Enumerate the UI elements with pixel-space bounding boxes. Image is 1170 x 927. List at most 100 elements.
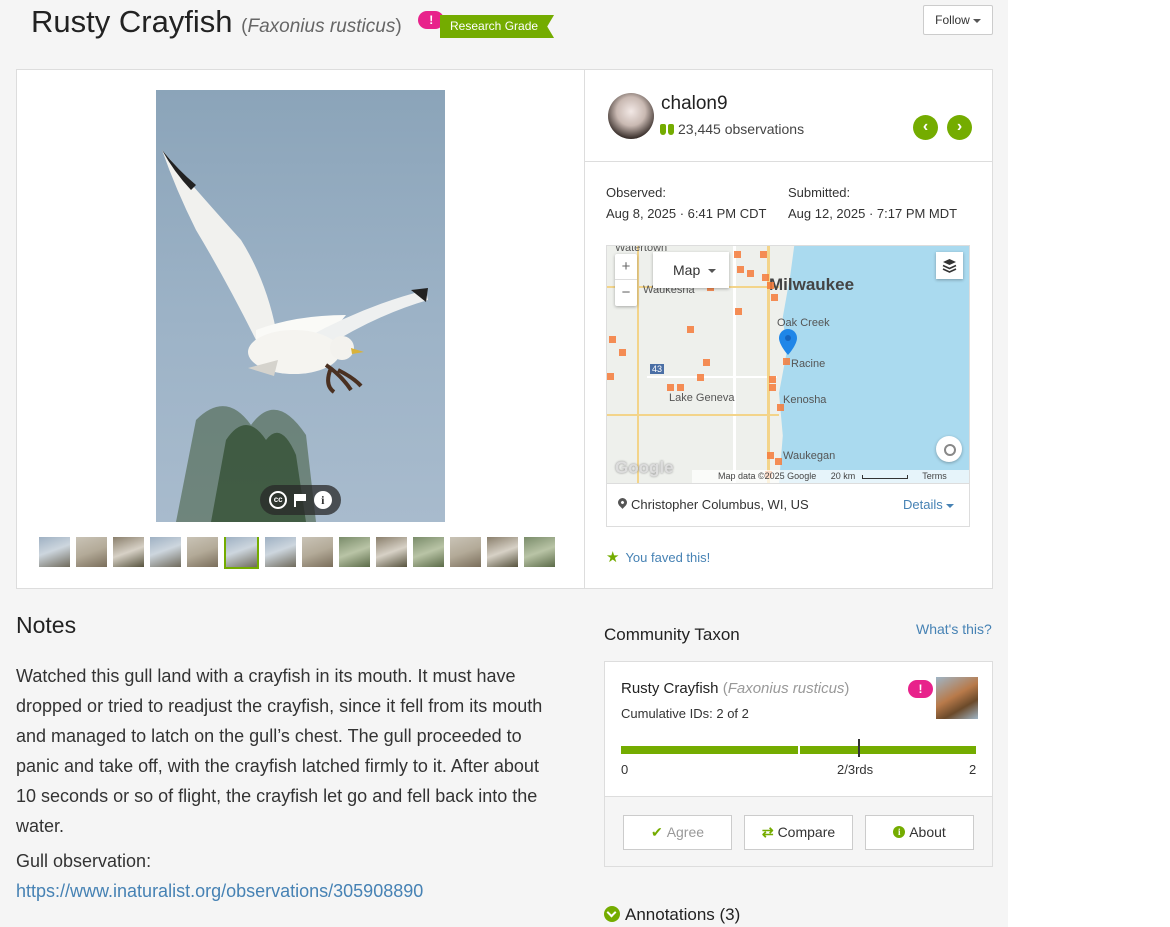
observation-marker[interactable] [735,308,742,315]
submitted-label: Submitted: [788,185,851,200]
observation-marker[interactable] [619,349,626,356]
observation-marker[interactable] [760,251,767,258]
zoom-out-button[interactable]: − [615,280,637,306]
observation-marker[interactable] [734,251,741,258]
observation-marker[interactable] [783,358,790,365]
notes-body: Watched this gull land with a crayfish i… [16,666,543,836]
observation-marker[interactable] [667,384,674,391]
photo-thumbnail[interactable] [339,537,370,567]
observation-location-pin-icon[interactable] [779,329,797,355]
photo-thumbnail[interactable] [76,537,107,567]
info-icon: i [893,826,906,839]
gull-observation-link[interactable]: https://www.inaturalist.org/observations… [16,881,423,902]
exchange-icon: ⇄ [761,824,774,840]
map-label-racine: Racine [791,358,826,370]
observation-marker[interactable] [769,384,776,391]
next-observation-button[interactable]: › [947,115,972,140]
observation-marker[interactable] [777,404,784,411]
info-icon[interactable]: i [313,491,332,509]
community-taxon-heading: Community Taxon [604,625,740,644]
photo-thumbnail[interactable] [39,537,70,567]
scale-bar [861,474,908,479]
observation-marker[interactable] [775,458,782,465]
photo-thumbnail[interactable] [302,537,333,567]
photo-thumbnail[interactable] [265,537,296,567]
location-map-box: Watertown Waukesha Milwaukee Oak Creek R… [606,245,970,527]
notes-heading: Notes [16,612,77,638]
photo-thumbnail[interactable] [187,537,218,567]
star-icon: ★ [606,549,620,566]
photo-thumbnail[interactable] [150,537,181,567]
map-attribution: Map data ©2025 Google 20 km Terms [692,470,969,483]
observation-marker[interactable] [737,266,744,273]
observation-count[interactable]: 23,445 observations [660,121,804,137]
follow-button[interactable]: Follow [923,5,993,35]
map-terms-link[interactable]: Terms [922,471,947,481]
compare-button[interactable]: ⇄ Compare [744,815,853,850]
community-taxon-name[interactable]: Rusty Crayfish (Faxonius rusticus) [621,680,849,697]
main-photo[interactable]: cc i [156,90,445,522]
map-marker-icon [616,496,629,509]
zoom-in-button[interactable]: + [615,254,637,280]
title-common-name: Rusty Crayfish [31,4,233,39]
about-button[interactable]: i About [865,815,974,850]
place-name: Christopher Columbus, WI, US [631,497,809,512]
observation-marker[interactable] [771,294,778,301]
observation-marker[interactable] [767,282,774,289]
observed-label: Observed: [606,185,666,200]
whats-this-link[interactable]: What's this? [916,621,992,637]
map-label-milwaukee: Milwaukee [769,275,855,294]
photo-thumbnail-active[interactable] [224,537,259,569]
photo-thumbnail[interactable] [413,537,444,567]
details-dropdown[interactable]: Details [903,497,954,512]
map-type-selector[interactable]: Map [653,252,729,288]
highway-43-shield: 43 [650,364,665,374]
introduced-alert-icon[interactable]: ! [908,680,933,698]
photo-thumbnail[interactable] [113,537,144,567]
photo-panel: cc i [16,69,585,589]
map-label-oak-creek: Oak Creek [777,317,830,329]
observation-marker[interactable] [687,326,694,333]
avatar[interactable] [608,93,654,139]
observation-marker[interactable] [609,336,616,343]
observation-marker[interactable] [697,374,704,381]
locate-icon[interactable] [936,436,962,462]
annotations-toggle[interactable]: Annotations (3) [604,905,740,925]
creative-commons-icon[interactable]: cc [269,491,288,509]
observation-marker[interactable] [762,274,769,281]
observation-marker[interactable] [769,376,776,383]
chevron-down-icon [708,269,717,274]
observation-marker[interactable] [677,384,684,391]
map-layers-button[interactable] [936,252,963,279]
observation-marker[interactable] [703,359,710,366]
id-bar-segment [800,746,976,754]
observation-marker[interactable] [767,452,774,459]
observer-username[interactable]: chalon9 [661,93,728,115]
map-zoom-control: + − [615,254,637,306]
quality-grade-badge: Research Grade [440,15,555,38]
chevron-down-circle-icon [604,905,620,922]
location-map[interactable]: Watertown Waukesha Milwaukee Oak Creek R… [607,246,969,483]
observation-marker[interactable] [747,270,754,277]
chevron-down-icon [945,503,954,508]
id-bar-segment [621,746,798,754]
photo-thumbnail[interactable] [376,537,407,567]
layers-icon [942,259,957,273]
previous-observation-button[interactable]: ‹ [913,115,938,140]
agree-button[interactable]: ✔ Agree [623,815,732,850]
observation-marker[interactable] [607,373,614,380]
blank-margin [1008,0,1170,927]
observation-details-panel: chalon9 23,445 observations ‹ › Observed… [585,69,993,589]
photo-thumbnail[interactable] [487,537,518,567]
photo-tools: cc i [260,485,341,515]
photo-thumbnail[interactable] [524,537,555,567]
chevron-down-icon [972,18,981,23]
photo-thumbnail[interactable] [450,537,481,567]
gull-photo-illustration [162,150,428,522]
taxon-thumbnail[interactable] [936,677,978,719]
faved-link[interactable]: ★ You faved this! [606,548,710,566]
flag-icon[interactable] [293,493,307,507]
submitted-date: Aug 12, 2025 · 7:17 PM MDT [788,206,958,221]
check-icon: ✔ [650,824,663,840]
observed-date: Aug 8, 2025 · 6:41 PM CDT [606,206,767,221]
